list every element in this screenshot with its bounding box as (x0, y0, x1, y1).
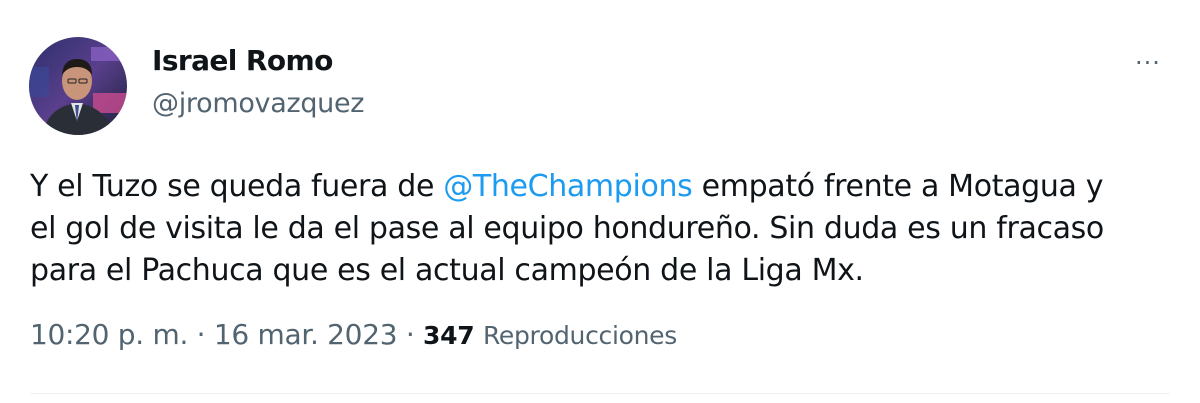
more-options-button[interactable]: ··· (1128, 48, 1168, 78)
tweet-time[interactable]: 10:20 p. m. (30, 318, 188, 351)
tweet-date[interactable]: 16 mar. 2023 (214, 318, 398, 351)
more-horizontal-icon: ··· (1135, 49, 1161, 77)
tweet-line-3: para el Pachuca que es el actual campeón… (30, 253, 864, 288)
author-handle[interactable]: @jromovazquez (152, 88, 364, 119)
views-label: Reproducciones (482, 321, 677, 350)
avatar[interactable] (29, 37, 127, 135)
tweet-text-segment: empató frente a Motagua y (692, 169, 1104, 204)
divider (30, 393, 1170, 394)
author-display-name[interactable]: Israel Romo (152, 44, 333, 77)
meta-separator: · (188, 318, 214, 351)
tweet-line-2: el gol de visita le da el pase al equipo… (30, 211, 1104, 246)
mention-link[interactable]: @TheChampions (443, 169, 693, 204)
views-count: 347 (423, 321, 475, 350)
tweet-text-segment: Y el Tuzo se queda fuera de (30, 169, 444, 204)
avatar-photo (29, 37, 127, 135)
tweet-meta: 10:20 p. m. · 16 mar. 2023 · 347 Reprodu… (30, 318, 677, 351)
tweet-line-1: Y el Tuzo se queda fuera de @TheChampion… (30, 166, 1180, 208)
meta-separator: · (397, 318, 424, 351)
tweet-text: Y el Tuzo se queda fuera de @TheChampion… (30, 166, 1180, 292)
